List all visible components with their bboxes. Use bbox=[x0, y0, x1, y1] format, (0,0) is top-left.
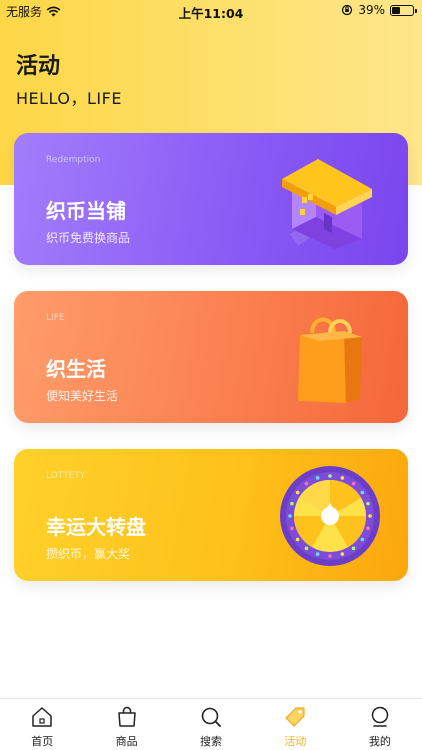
wheel-light bbox=[328, 554, 332, 558]
tab-products[interactable]: 商品 bbox=[84, 699, 168, 750]
profile-icon bbox=[371, 706, 389, 727]
search-icon bbox=[201, 707, 221, 727]
wheel-light bbox=[351, 481, 356, 486]
tab-label: 活动 bbox=[284, 735, 307, 748]
tab-label: 首页 bbox=[31, 735, 54, 748]
shopping-bag-icon bbox=[298, 317, 362, 403]
tab-bar: 首页 商品 搜索 活动 我的 bbox=[0, 698, 422, 750]
wheel-light bbox=[360, 490, 365, 495]
card-title: 幸运大转盘 bbox=[46, 515, 146, 539]
battery-level bbox=[392, 6, 400, 14]
wheel-light bbox=[295, 490, 300, 495]
wheel-light bbox=[315, 476, 320, 480]
card-tag: Redemption bbox=[46, 155, 101, 165]
wheel-light bbox=[340, 476, 345, 480]
card-description: 便知美好生活 bbox=[46, 389, 119, 403]
tab-profile[interactable]: 我的 bbox=[338, 699, 422, 750]
wheel-light bbox=[360, 537, 365, 542]
tab-activity[interactable]: 活动 bbox=[253, 699, 337, 750]
card-tag: LIFE bbox=[46, 313, 65, 323]
bag-icon bbox=[117, 706, 136, 727]
page-subtitle: HELLO，LIFE bbox=[16, 89, 122, 108]
wheel-light bbox=[366, 501, 370, 506]
wheel-light bbox=[368, 514, 372, 518]
wheel-light bbox=[290, 526, 294, 531]
page-title: 活动 bbox=[16, 54, 61, 79]
home-icon bbox=[32, 707, 52, 727]
battery-icon bbox=[390, 4, 417, 16]
tag-icon bbox=[285, 707, 306, 727]
card-lucky-wheel[interactable]: LOTTETY 幸运大转盘 攒织币，赢大奖 bbox=[14, 449, 408, 581]
tab-label: 商品 bbox=[115, 735, 138, 748]
card-pawnshop[interactable]: Redemption 织币当铺 织币免费换商品 bbox=[14, 133, 408, 265]
card-description: 织币免费换商品 bbox=[46, 231, 131, 245]
rotation-lock-icon bbox=[342, 4, 353, 16]
tab-search[interactable]: 搜索 bbox=[169, 699, 253, 750]
card-tag: LOTTETY bbox=[46, 471, 86, 481]
wheel-light bbox=[288, 514, 292, 518]
status-bar: 无服务 上午11:04 39% bbox=[0, 0, 422, 22]
tab-label: 搜索 bbox=[200, 735, 223, 748]
wheel-light bbox=[295, 537, 300, 542]
tab-label: 我的 bbox=[368, 735, 391, 748]
wheel-light bbox=[290, 501, 294, 506]
prize-wheel-icon bbox=[280, 466, 380, 566]
tab-home[interactable]: 首页 bbox=[0, 699, 84, 750]
card-title: 织币当铺 bbox=[46, 199, 126, 223]
wheel-light bbox=[304, 481, 309, 486]
wheel-light bbox=[351, 546, 356, 551]
wheel-light bbox=[366, 526, 370, 531]
card-life[interactable]: LIFE 织生活 便知美好生活 bbox=[14, 291, 408, 423]
house-icon bbox=[282, 159, 372, 249]
wheel-light bbox=[340, 552, 345, 556]
battery-percent: 39% bbox=[358, 3, 385, 17]
card-description: 攒织币，赢大奖 bbox=[46, 547, 131, 561]
wheel-light bbox=[315, 552, 320, 556]
card-title: 织生活 bbox=[46, 357, 106, 381]
wheel-light bbox=[304, 546, 309, 551]
wheel-light bbox=[328, 474, 332, 478]
